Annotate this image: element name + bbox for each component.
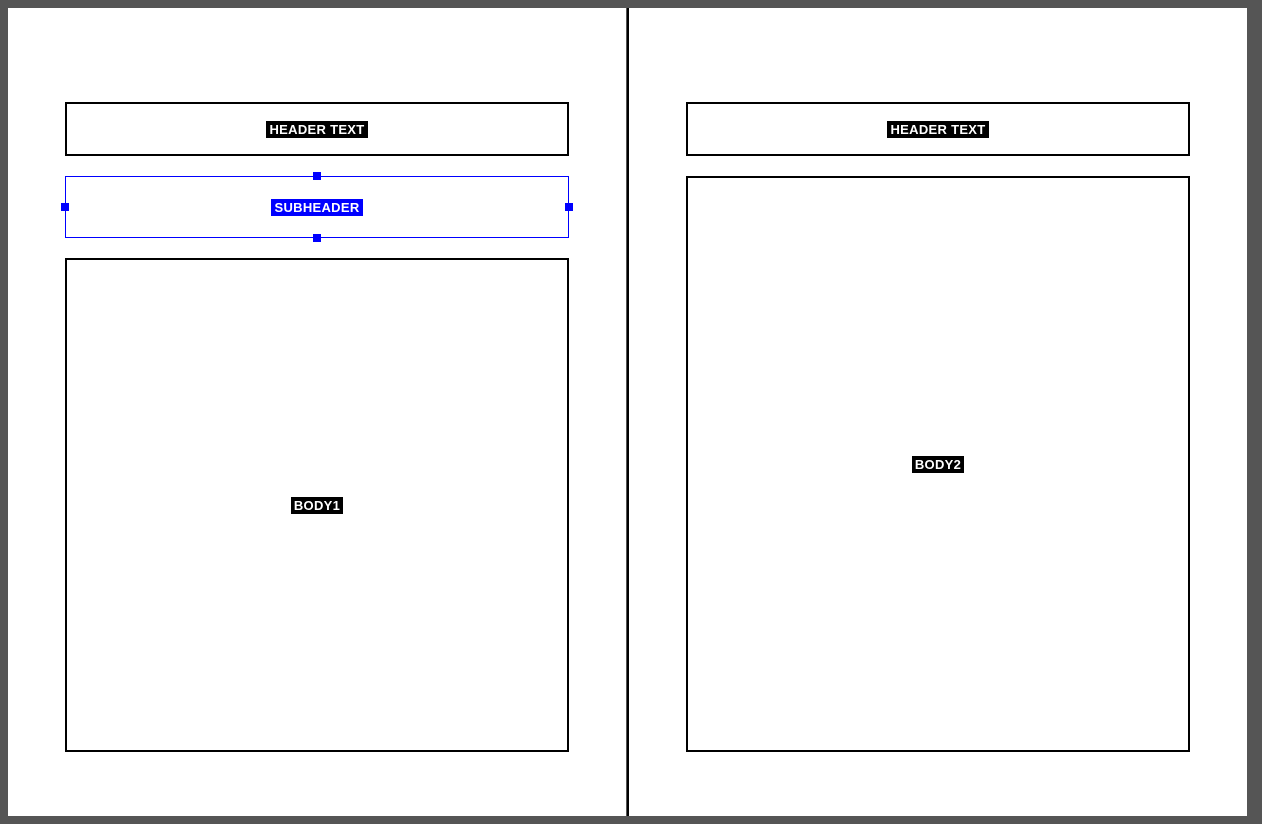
header-frame-page2[interactable]: HEADER TEXT — [686, 102, 1190, 156]
body-frame-label: BODY1 — [291, 497, 343, 514]
resize-handle-right[interactable] — [565, 203, 573, 211]
body-frame-page2[interactable]: BODY2 — [686, 176, 1190, 752]
resize-handle-bottom[interactable] — [313, 234, 321, 242]
page-2[interactable]: HEADER TEXT BODY2 — [629, 8, 1247, 816]
body-frame-page1[interactable]: BODY1 — [65, 258, 569, 752]
header-frame-page1[interactable]: HEADER TEXT — [65, 102, 569, 156]
resize-handle-top[interactable] — [313, 172, 321, 180]
subheader-frame-label: SUBHEADER — [271, 199, 362, 216]
header-frame-label: HEADER TEXT — [266, 121, 367, 138]
subheader-frame-page1[interactable]: SUBHEADER — [65, 176, 569, 238]
page-1[interactable]: HEADER TEXT SUBHEADER BODY1 — [8, 8, 626, 816]
body-frame-label: BODY2 — [912, 456, 964, 473]
resize-handle-left[interactable] — [61, 203, 69, 211]
header-frame-label: HEADER TEXT — [887, 121, 988, 138]
